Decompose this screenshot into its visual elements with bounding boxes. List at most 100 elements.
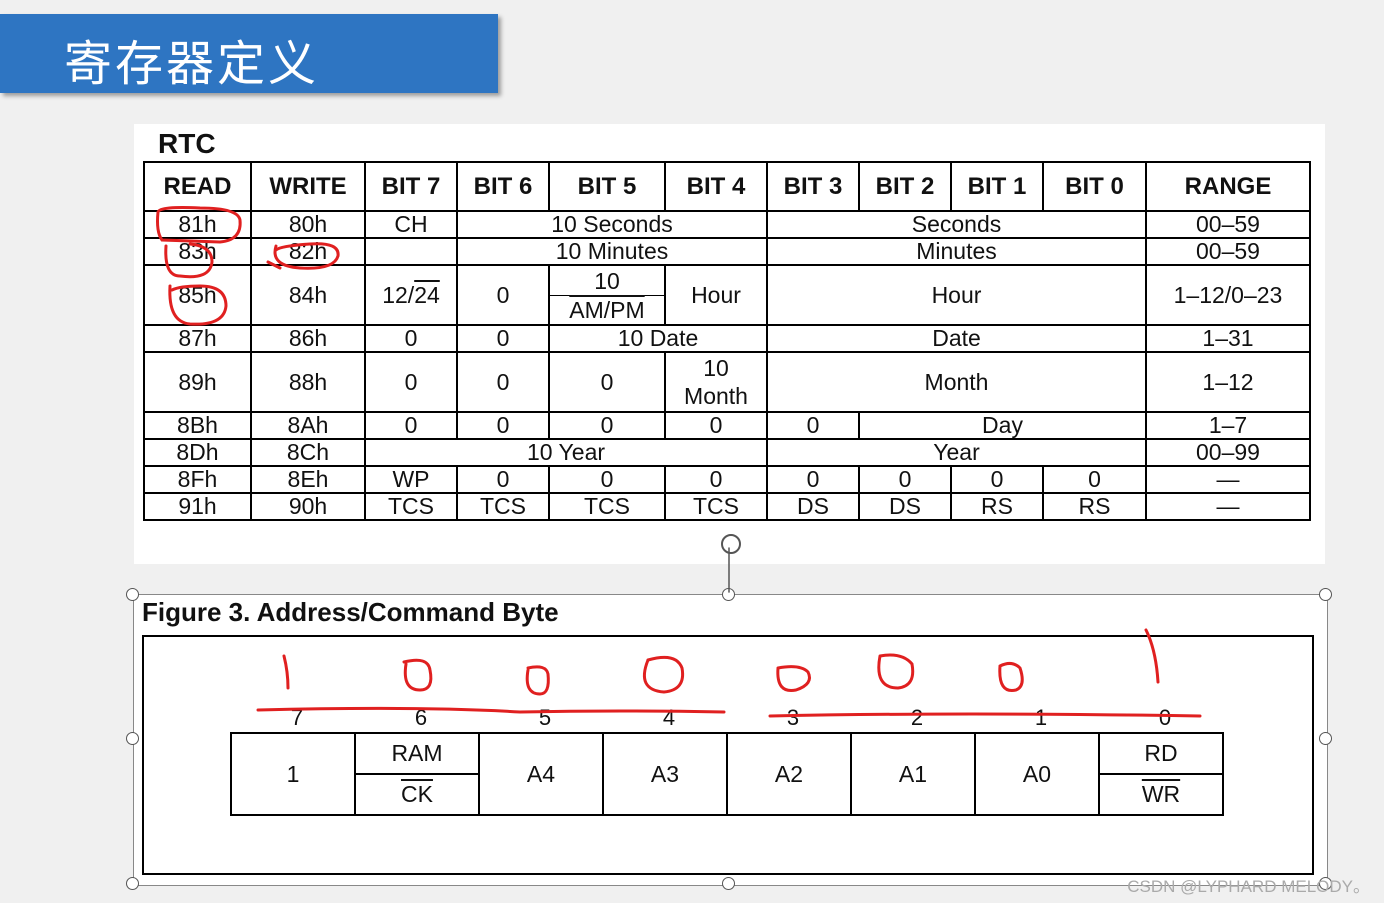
- table-row: 83h 82h 10 Minutes Minutes 00–59: [143, 237, 1311, 266]
- cell: 0: [766, 411, 860, 440]
- figure-box: 7 6 5 4 3 2 1 0 1 RAM CK A4 A3 A2 A1 A0 …: [142, 635, 1314, 875]
- cell: [364, 237, 458, 266]
- read-addr: 87h: [143, 324, 252, 353]
- resize-handle[interactable]: [126, 588, 139, 601]
- range: 1–31: [1145, 324, 1311, 353]
- range: 1–12: [1145, 351, 1311, 413]
- cmd-bit-2: A1: [850, 734, 974, 814]
- cell: Hour: [766, 264, 1147, 326]
- cell: TCS: [364, 492, 458, 521]
- write-addr: 8Ah: [250, 411, 366, 440]
- resize-handle[interactable]: [1319, 732, 1332, 745]
- range: 00–59: [1145, 210, 1311, 239]
- table-header-row: READ WRITE BIT 7 BIT 6 BIT 5 BIT 4 BIT 3…: [143, 161, 1311, 212]
- bit-number: 2: [910, 705, 924, 730]
- cmd-bit-1: A0: [974, 734, 1098, 814]
- cell: 10 Minutes: [456, 237, 768, 266]
- col-header: BIT 2: [858, 161, 952, 212]
- cmd-bit-4: A3: [602, 734, 726, 814]
- cell: 0: [456, 465, 550, 494]
- bit-number: 0: [1158, 705, 1172, 730]
- cell: WP: [364, 465, 458, 494]
- read-addr: 91h: [143, 492, 252, 521]
- resize-handle[interactable]: [126, 732, 139, 745]
- read-addr: 89h: [143, 351, 252, 413]
- table-row: 8Bh 8Ah 0 0 0 0 0 Day 1–7: [143, 411, 1311, 440]
- read-addr: 85h: [143, 264, 252, 326]
- cell: RS: [950, 492, 1044, 521]
- col-header: BIT 6: [456, 161, 550, 212]
- cell: 10 AM/PM: [548, 264, 666, 326]
- read-addr: 8Dh: [143, 438, 252, 467]
- range: 1–12/0–23: [1145, 264, 1311, 326]
- slide-title: 寄存器定义: [64, 36, 320, 92]
- cell: 0: [950, 465, 1044, 494]
- cell: 0: [548, 351, 666, 413]
- bit-number: 6: [414, 705, 428, 730]
- col-header: BIT 5: [548, 161, 666, 212]
- write-addr: 90h: [250, 492, 366, 521]
- cell: 0: [766, 465, 860, 494]
- col-header: WRITE: [250, 161, 366, 212]
- cell: Date: [766, 324, 1147, 353]
- table-row: 85h 84h 12/24 0 10 AM/PM Hour Hour 1–12/0…: [143, 264, 1311, 326]
- range: 00–59: [1145, 237, 1311, 266]
- cell: 10 Year: [364, 438, 768, 467]
- cell: DS: [766, 492, 860, 521]
- cell: Day: [858, 411, 1147, 440]
- cell: Month: [766, 351, 1147, 413]
- cell: 10 Seconds: [456, 210, 768, 239]
- bit-number: 5: [538, 705, 552, 730]
- cell: 0: [456, 411, 550, 440]
- cell: Seconds: [766, 210, 1147, 239]
- cell: 0: [548, 465, 666, 494]
- range: —: [1145, 492, 1311, 521]
- cell: Year: [766, 438, 1147, 467]
- resize-handle[interactable]: [722, 588, 735, 601]
- read-addr: 81h: [143, 210, 252, 239]
- cell: 0: [456, 324, 550, 353]
- range: 1–7: [1145, 411, 1311, 440]
- rtc-label: RTC: [158, 128, 216, 159]
- cell: 0: [664, 465, 768, 494]
- table-row: 91h 90h TCS TCS TCS TCS DS DS RS RS —: [143, 492, 1311, 521]
- col-header: RANGE: [1145, 161, 1311, 212]
- cmd-bit-5: A4: [478, 734, 602, 814]
- table-row: 87h 86h 0 0 10 Date Date 1–31: [143, 324, 1311, 353]
- read-addr: 8Fh: [143, 465, 252, 494]
- cell: 0: [1042, 465, 1147, 494]
- watermark: CSDN @LYPHARD MELODY。: [1127, 877, 1370, 896]
- cell: Minutes: [766, 237, 1147, 266]
- table-row: 89h 88h 0 0 0 10 Month Month 1–12: [143, 351, 1311, 413]
- write-addr: 80h: [250, 210, 366, 239]
- col-header: BIT 0: [1042, 161, 1147, 212]
- write-addr: 8Ch: [250, 438, 366, 467]
- cell: RS: [1042, 492, 1147, 521]
- cell: 0: [364, 324, 458, 353]
- col-header: READ: [143, 161, 252, 212]
- col-header: BIT 1: [950, 161, 1044, 212]
- range: —: [1145, 465, 1311, 494]
- cell: CH: [364, 210, 458, 239]
- write-addr: 82h: [250, 237, 366, 266]
- write-addr: 88h: [250, 351, 366, 413]
- resize-handle[interactable]: [722, 877, 735, 890]
- col-header: BIT 4: [664, 161, 768, 212]
- cell: TCS: [456, 492, 550, 521]
- cmd-bit-7: 1: [286, 760, 300, 787]
- bit-number: 4: [662, 705, 676, 730]
- cell: 0: [456, 264, 550, 326]
- write-addr: 84h: [250, 264, 366, 326]
- col-header: BIT 3: [766, 161, 860, 212]
- write-addr: 86h: [250, 324, 366, 353]
- bit-number: 3: [786, 705, 800, 730]
- resize-handle[interactable]: [126, 877, 139, 890]
- cell: 0: [364, 411, 458, 440]
- figure-title: Figure 3. Address/Command Byte: [142, 597, 559, 627]
- table-row: 8Fh 8Eh WP 0 0 0 0 0 0 0 —: [143, 465, 1311, 494]
- figure-image-selected[interactable]: Figure 3. Address/Command Byte 7 6 5 4 3…: [133, 594, 1328, 886]
- cmd-bit-0: RD WR: [1098, 734, 1222, 814]
- cell: 0: [364, 351, 458, 413]
- write-addr: 8Eh: [250, 465, 366, 494]
- resize-handle[interactable]: [1319, 588, 1332, 601]
